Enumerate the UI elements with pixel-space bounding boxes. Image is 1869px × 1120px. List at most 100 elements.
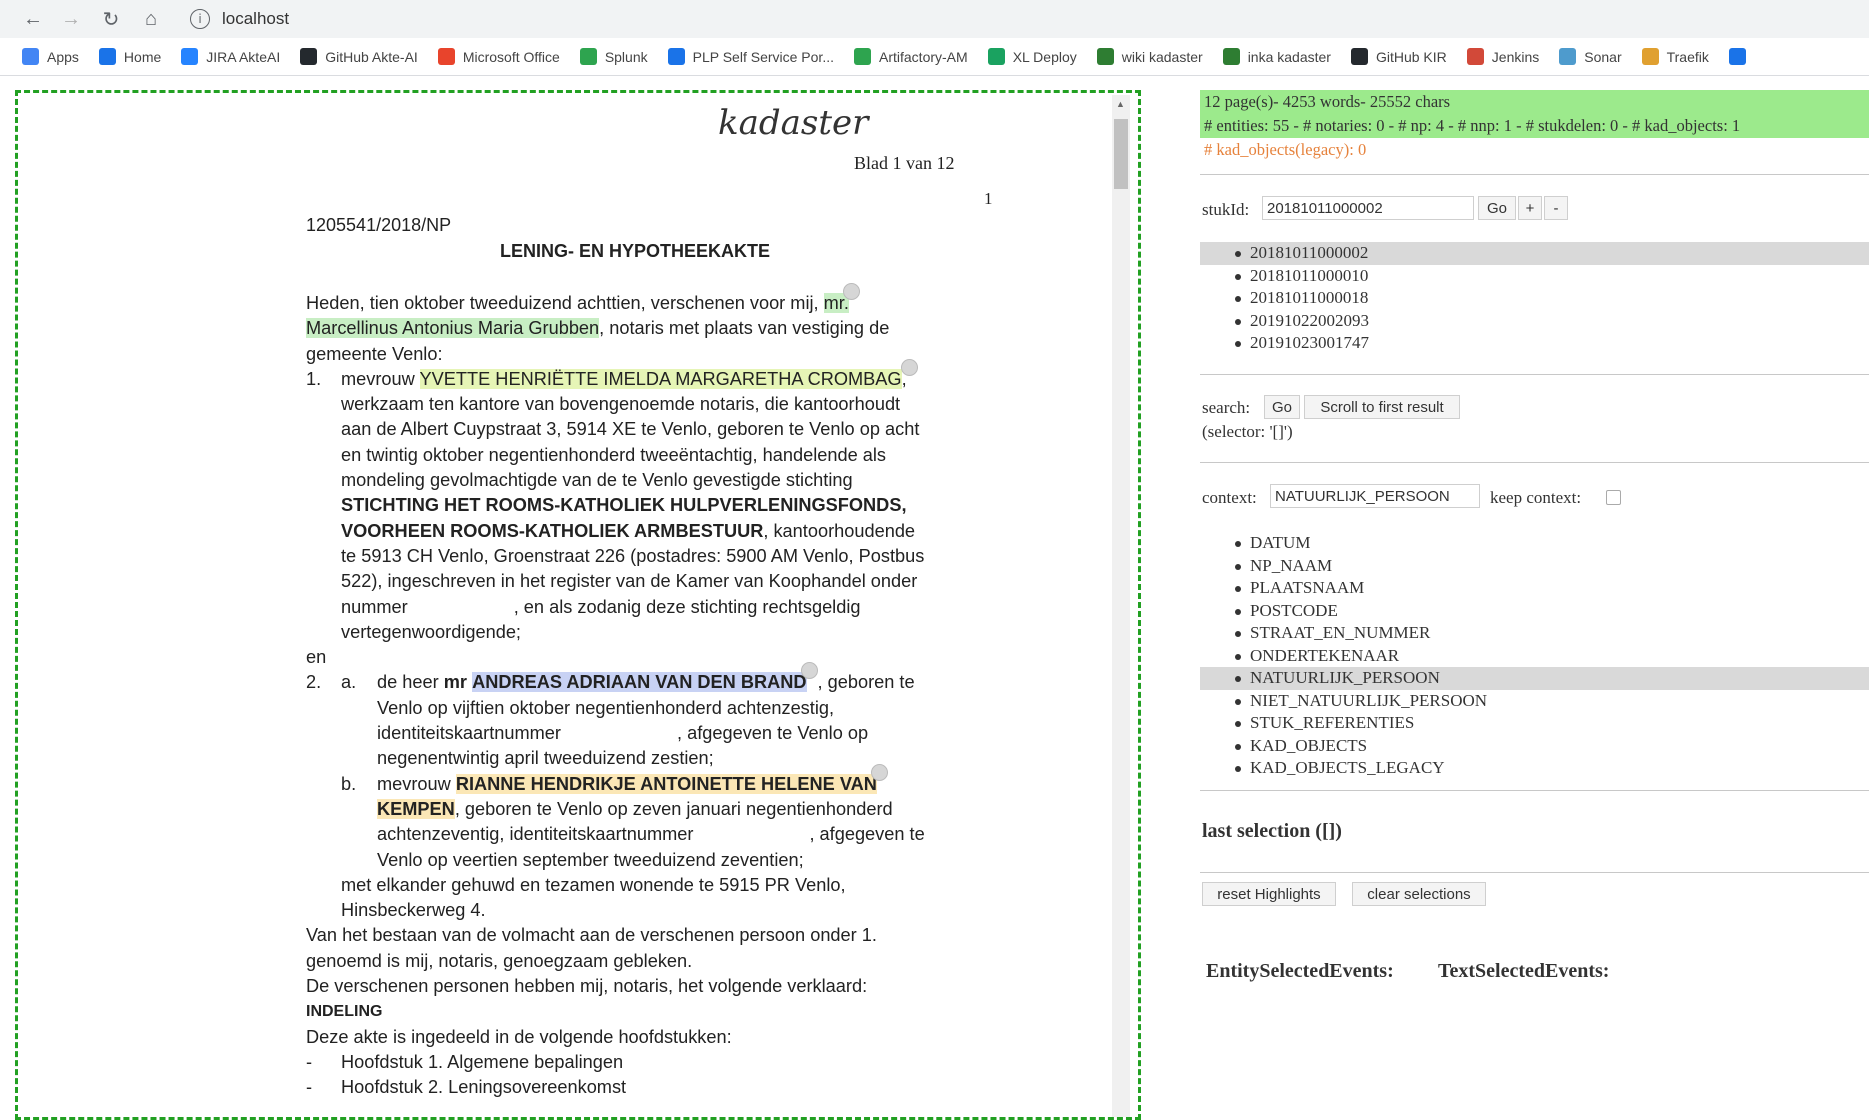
minus-button[interactable]: -: [1544, 196, 1568, 220]
stukid-input[interactable]: [1262, 196, 1474, 220]
context-item[interactable]: NIET_NATUURLIJK_PERSOON: [1200, 690, 1869, 713]
bookmark-label: Traefik: [1666, 48, 1709, 65]
divider: [1200, 872, 1869, 873]
bookmark-label: Home: [123, 48, 162, 65]
context-item[interactable]: KAD_OBJECTS: [1200, 735, 1869, 758]
address-bar[interactable]: i localhost: [180, 4, 1850, 34]
doc-text: , en als zodanig deze stichting rechtsge…: [513, 596, 861, 617]
doc-text: mr: [443, 672, 467, 693]
doc-text: vertegenwoordigende;: [341, 621, 521, 642]
bookmark-item[interactable]: XL Deploy: [987, 48, 1077, 65]
divider: [1200, 174, 1869, 175]
context-item[interactable]: PLAATSNAAM: [1200, 577, 1869, 600]
bookmark-item[interactable]: Traefik: [1641, 48, 1709, 65]
reload-icon[interactable]: ↻: [98, 6, 124, 32]
divider: [1200, 374, 1869, 375]
splunk-icon: [579, 48, 597, 65]
scrollbar-thumb[interactable]: [1114, 119, 1128, 189]
doc-text: genoemd is mij, notaris, genoegzaam gebl…: [306, 950, 693, 971]
bookmark-label: Artifactory-AM: [879, 48, 968, 65]
scroll-to-first-result-button[interactable]: Scroll to first result: [1304, 395, 1460, 419]
stukid-item[interactable]: 20181011000002: [1200, 242, 1869, 265]
entity-highlight[interactable]: RIANNE HENDRIKJE ANTOINETTE HELENE VAN: [455, 773, 877, 794]
bookmark-item[interactable]: Home: [98, 48, 162, 65]
doc-text: werkzaam ten kantore van bovengenoemde n…: [341, 394, 901, 415]
go-button[interactable]: Go: [1478, 196, 1516, 220]
bookmark-item[interactable]: PLP Self Service Por...: [667, 48, 834, 65]
divider: [1200, 462, 1869, 463]
apps-grid-icon: [22, 48, 39, 65]
bookmark-item[interactable]: Jenkins: [1466, 48, 1540, 65]
doc-text: en twintig oktober negentienhonderd twee…: [341, 444, 887, 465]
bookmark-item[interactable]: wiki kadaster: [1096, 48, 1203, 65]
entity-highlight[interactable]: YVETTE HENRIËTTE IMELDA MARGARETHA CROMB…: [419, 368, 902, 389]
doc-text: nummer: [341, 596, 408, 617]
entity-marker-icon[interactable]: [870, 763, 888, 781]
pin-icon: [1222, 48, 1240, 65]
search-label: search:: [1202, 398, 1251, 417]
control-panel: 12 page(s)- 4253 words- 25552 chars # en…: [1200, 90, 1869, 1101]
stukid-item[interactable]: 20181011000010: [1200, 265, 1869, 288]
bookmark-item[interactable]: JIRA AkteAI: [181, 48, 280, 65]
bookmark-item[interactable]: inka kadaster: [1222, 48, 1331, 65]
globe-icon: [667, 48, 685, 65]
entity-events-heading: EntitySelectedEvents:: [1206, 960, 1394, 982]
stukid-item[interactable]: 20191023001747: [1200, 332, 1869, 355]
bookmark-item[interactable]: Microsoft Office: [437, 48, 560, 65]
document-text[interactable]: Heden, tien oktober tweeduizend achttien…: [306, 283, 1046, 1101]
doc-text: STICHTING HET ROOMS-KATHOLIEK HULPVERLEN…: [341, 495, 907, 516]
entity-highlight[interactable]: ANDREAS ADRIAAN VAN DEN BRAND: [472, 672, 807, 693]
bookmark-label: Jenkins: [1491, 48, 1540, 65]
document-scrollbar[interactable]: ▲: [1112, 95, 1130, 1117]
context-input[interactable]: [1270, 484, 1480, 508]
doc-text: , notaris met plaats van vestiging de: [599, 318, 890, 339]
list-dash: -: [306, 1077, 313, 1098]
bookmark-item[interactable]: GitHub KIR: [1350, 48, 1447, 65]
bookmark-label: GitHub Akte-AI: [325, 48, 418, 65]
document-viewer[interactable]: ▲ kadaster Blad 1 van 12 1 1205541/2018/…: [15, 90, 1141, 1120]
context-item[interactable]: DATUM: [1200, 532, 1869, 555]
context-item[interactable]: STRAAT_EN_NUMMER: [1200, 622, 1869, 645]
bookmark-item[interactable]: Splunk: [579, 48, 648, 65]
search-go-button[interactable]: Go: [1264, 395, 1300, 419]
bookmark-item[interactable]: GitHub Akte-AI: [300, 48, 418, 65]
context-item[interactable]: NATUURLIJK_PERSOON: [1200, 667, 1869, 690]
entity-stats: # entities: 55 - # notaries: 0 - # np: 4…: [1200, 114, 1869, 138]
entity-highlight[interactable]: KEMPEN: [377, 798, 455, 819]
bookmark-label: XL Deploy: [1012, 48, 1077, 65]
stukid-item[interactable]: 20191022002093: [1200, 310, 1869, 333]
context-item[interactable]: STUK_REFERENTIES: [1200, 712, 1869, 735]
entity-highlight[interactable]: Marcellinus Antonius Maria Grubben: [306, 318, 600, 339]
plus-button[interactable]: +: [1518, 196, 1542, 220]
doc-text: , afgegeven te Venlo op: [676, 723, 869, 744]
bookmark-item[interactable]: [1728, 48, 1754, 65]
entity-marker-icon[interactable]: [800, 662, 818, 680]
bookmark-label: wiki kadaster: [1121, 48, 1203, 65]
reset-highlights-button[interactable]: reset Highlights: [1202, 882, 1336, 906]
info-icon[interactable]: i: [190, 9, 210, 29]
home-icon[interactable]: ⌂: [138, 6, 164, 32]
context-item[interactable]: KAD_OBJECTS_LEGACY: [1200, 757, 1869, 780]
context-item[interactable]: NP_NAAM: [1200, 555, 1869, 578]
document-stats: 12 page(s)- 4253 words- 25552 chars: [1200, 90, 1869, 114]
scroll-up-arrow-icon[interactable]: ▲: [1116, 99, 1125, 109]
context-item[interactable]: POSTCODE: [1200, 600, 1869, 623]
bookmark-item[interactable]: Artifactory-AM: [854, 48, 968, 65]
bookmark-item[interactable]: Sonar: [1559, 48, 1622, 65]
doc-text: Hoofdstuk 2. Leningsovereenkomst: [341, 1077, 627, 1098]
clear-selections-button[interactable]: clear selections: [1352, 882, 1486, 906]
doc-text: te 5913 CH Venlo, Groenstraat 226 (posta…: [341, 545, 925, 566]
entity-marker-icon[interactable]: [842, 283, 860, 300]
context-item[interactable]: ONDERTEKENAAR: [1200, 645, 1869, 668]
doc-text: VOORHEEN ROOMS-KATHOLIEK ARMBESTUUR: [341, 520, 764, 541]
entity-marker-icon[interactable]: [900, 358, 918, 376]
doc-text: , geboren te: [817, 672, 915, 693]
keep-context-checkbox[interactable]: [1606, 490, 1621, 505]
forward-arrow-icon[interactable]: →: [58, 6, 84, 32]
traefik-icon: [1641, 48, 1659, 65]
bookmark-item[interactable]: Apps: [22, 48, 79, 65]
stukid-item[interactable]: 20181011000018: [1200, 287, 1869, 310]
back-arrow-icon[interactable]: ←: [20, 6, 46, 32]
artifactory-icon: [854, 48, 871, 65]
stukid-list: 20181011000002 20181011000010 201810110000…: [1200, 242, 1869, 355]
